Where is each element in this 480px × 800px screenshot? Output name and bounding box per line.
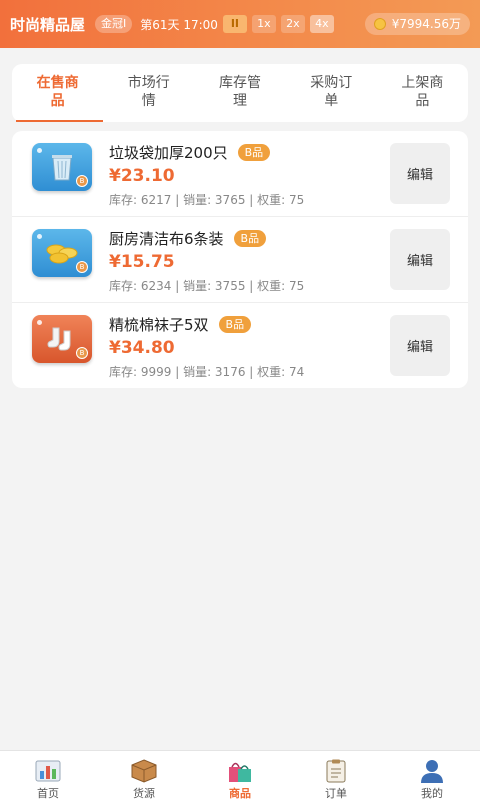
edit-button[interactable]: 编辑	[390, 143, 450, 204]
tab-label: 市场行情	[127, 75, 170, 109]
rank-badge: 金冠I	[95, 15, 133, 33]
bar-chart-icon	[35, 760, 61, 782]
product-price: ¥15.75	[109, 252, 175, 272]
coin-bag-icon	[373, 18, 386, 30]
game-day-time: 第61天 17:00	[140, 17, 218, 32]
speed-1x-button[interactable]: 1x	[251, 15, 276, 33]
product-name-line: 垃圾袋加厚200只 B品	[109, 142, 271, 163]
product-price: ¥23.10	[109, 166, 175, 186]
edit-button[interactable]: 编辑	[390, 315, 450, 376]
product-stats: 库存: 6234 | 销量: 3755 | 权重: 75	[109, 279, 305, 293]
product-name-line: 厨房清洁布6条装 B品	[109, 228, 267, 249]
product-name: 精梳棉袜子5双	[109, 316, 209, 334]
product-price: ¥34.80	[109, 338, 175, 358]
tab-list-product[interactable]: 上架商品	[377, 64, 468, 122]
sponges-icon	[46, 244, 78, 264]
quality-tag: B品	[233, 230, 267, 247]
trash-bin-icon	[52, 155, 72, 181]
hole-dot	[37, 320, 42, 325]
clipboard-icon	[326, 759, 346, 783]
product-row: B 垃圾袋加厚200只 B品 ¥23.10 库存: 6217 | 销量: 3765…	[12, 131, 468, 217]
hole-dot	[37, 148, 42, 153]
top-header: 时尚精品屋 金冠I 第61天 17:00 II 1x 2x 4x ¥7994.5…	[0, 0, 480, 48]
speed-4x-button[interactable]: 4x	[309, 15, 334, 33]
tab-label: 上架商品	[401, 75, 444, 109]
product-row: B 精梳棉袜子5双 B品 ¥34.80 库存: 9999 | 销量: 3176 |…	[12, 303, 468, 388]
product-thumbnail: B	[32, 315, 92, 363]
product-stats: 库存: 9999 | 销量: 3176 | 权重: 74	[109, 365, 305, 379]
money-balance: ¥7994.56万	[364, 13, 470, 35]
edit-button[interactable]: 编辑	[390, 229, 450, 290]
user-icon	[421, 760, 443, 783]
nav-profile[interactable]: 我的	[384, 751, 480, 800]
tab-purchase-orders[interactable]: 采购订单	[286, 64, 377, 122]
nav-label: 订单	[325, 787, 347, 800]
package-icon	[131, 759, 157, 783]
tab-inventory[interactable]: 库存管理	[194, 64, 285, 122]
tab-bar: 在售商品 市场行情 库存管理 采购订单 上架商品	[12, 64, 468, 122]
product-thumbnail: B	[32, 229, 92, 277]
nav-orders[interactable]: 订单	[288, 751, 384, 800]
nav-label: 首页	[37, 787, 59, 800]
hole-dot	[37, 234, 42, 239]
nav-label: 商品	[229, 787, 251, 800]
nav-supply[interactable]: 货源	[96, 751, 192, 800]
nav-label: 货源	[133, 787, 155, 800]
nav-products[interactable]: 商品	[192, 751, 288, 800]
product-row: B 厨房清洁布6条装 B品 ¥15.75 库存: 6234 | 销量: 3755 …	[12, 217, 468, 303]
tab-on-sale[interactable]: 在售商品	[12, 64, 104, 122]
quality-tag: B品	[237, 144, 271, 161]
product-list: B 垃圾袋加厚200只 B品 ¥23.10 库存: 6217 | 销量: 3765…	[12, 131, 468, 388]
tab-label: 在售商品	[36, 75, 79, 109]
tab-market[interactable]: 市场行情	[103, 64, 194, 122]
shop-name: 时尚精品屋	[10, 15, 86, 34]
nav-label: 我的	[421, 787, 443, 800]
grade-badge-icon: B	[76, 347, 88, 359]
tab-label: 库存管理	[219, 75, 261, 109]
product-thumbnail: B	[32, 143, 92, 191]
socks-icon	[47, 327, 71, 351]
bottom-nav: 首页 货源 商品 订单 我的	[0, 750, 480, 800]
grade-badge-icon: B	[76, 175, 88, 187]
product-name: 厨房清洁布6条装	[109, 230, 224, 248]
product-name-line: 精梳棉袜子5双 B品	[109, 314, 252, 335]
speed-2x-button[interactable]: 2x	[280, 15, 305, 33]
product-stats: 库存: 6217 | 销量: 3765 | 权重: 75	[109, 193, 305, 207]
product-name: 垃圾袋加厚200只	[109, 144, 228, 162]
quality-tag: B品	[218, 316, 252, 333]
nav-home[interactable]: 首页	[0, 751, 96, 800]
grade-badge-icon: B	[76, 261, 88, 273]
shopping-bags-icon	[229, 762, 251, 782]
money-amount: ¥7994.56万	[391, 17, 461, 31]
tab-label: 采购订单	[310, 75, 353, 109]
pause-button[interactable]: II	[222, 15, 247, 33]
